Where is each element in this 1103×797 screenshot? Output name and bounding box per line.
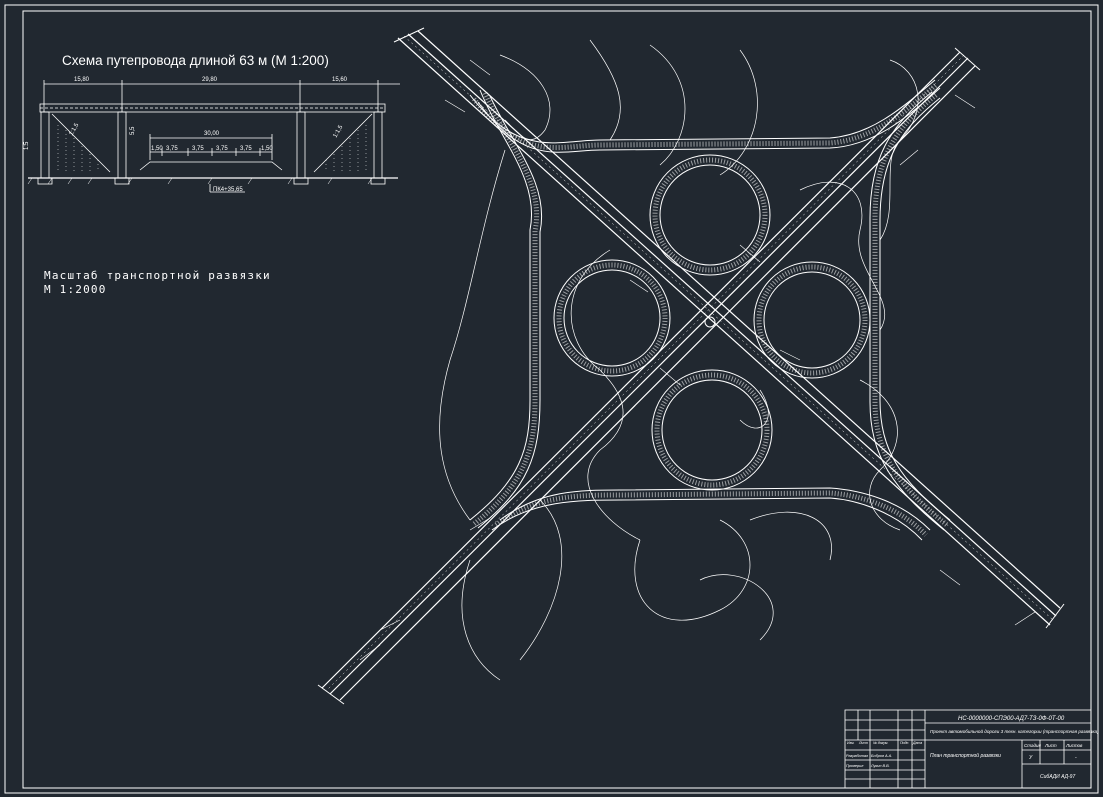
slope-right-label: 1:1,5 (333, 124, 345, 139)
drawing-sheet: 15,80 29,80 15,60 30,00 1,50 3,75 3,75 3… (4, 4, 1099, 794)
outer-frame (4, 4, 1099, 794)
title-block-text: НС-0000000-СПЭ00-АД7-ТЗ-0Ф-0Т-00 Проект … (846, 716, 1099, 780)
sheets-value: - (1075, 755, 1077, 761)
head-col: Подп. (900, 741, 909, 745)
lane-label: 1,50 (261, 146, 273, 152)
height-left-label: 1:5 (24, 141, 30, 150)
interchange-scale-label: Масштаб транспортной развязки (44, 269, 271, 282)
stage-value: У (1029, 755, 1033, 761)
station-marks (359, 59, 1036, 661)
road-end-marks (317, 27, 1065, 705)
project-title: Проект автомобильной дороги 3 техн. кате… (930, 728, 1099, 734)
lane-label: 3,75 (240, 146, 252, 152)
head-col: Изм. (847, 741, 854, 745)
picket-label: ПК4+35,65 (213, 187, 243, 193)
lane-label: 1,50 (151, 146, 163, 152)
org-label: СибАДИ АД-97 (1040, 774, 1075, 780)
slope-left-label: 1:1,5 (69, 122, 81, 137)
lane-label: 3,75 (192, 146, 204, 152)
head-col: Дата (912, 741, 922, 745)
name-checker: Лукин В.В. (870, 764, 890, 768)
bridge-scheme-title: Схема путепровода длиной 63 м (М 1:200) (62, 53, 329, 68)
bridge-dimension-labels: 15,80 29,80 15,60 30,00 1,50 3,75 3,75 3… (24, 77, 348, 193)
sheet-name: План транспортной развязки (930, 752, 1001, 759)
head-col: № докум. (873, 741, 888, 745)
col-sheets: Листов (1065, 743, 1083, 748)
role-developer: Разработал (846, 754, 869, 758)
lane-label: 3,75 (166, 146, 178, 152)
interchange-scale-value: М 1:2000 (44, 283, 107, 296)
main-road-nw-se (397, 30, 1061, 626)
inner-width-label: 30,00 (204, 131, 220, 137)
doc-code: НС-0000000-СПЭ00-АД7-ТЗ-0Ф-0Т-00 (958, 716, 1065, 722)
inner-frame (22, 10, 1092, 789)
col-sheet: Лист (1044, 743, 1057, 748)
span-right-label: 15,60 (332, 77, 348, 83)
name-developer: Бобров А.А. (871, 754, 892, 758)
lane-label: 3,75 (216, 146, 228, 152)
head-col: Лист (858, 741, 868, 745)
outer-ramps (469, 79, 951, 541)
col-stage: Стадия (1024, 743, 1041, 748)
span-mid-label: 29,80 (202, 77, 218, 83)
height-mid-label: 5,5 (130, 126, 136, 135)
interchange-plan (317, 27, 1065, 705)
span-left-label: 15,80 (74, 77, 90, 83)
role-checker: Проверил (846, 764, 864, 768)
